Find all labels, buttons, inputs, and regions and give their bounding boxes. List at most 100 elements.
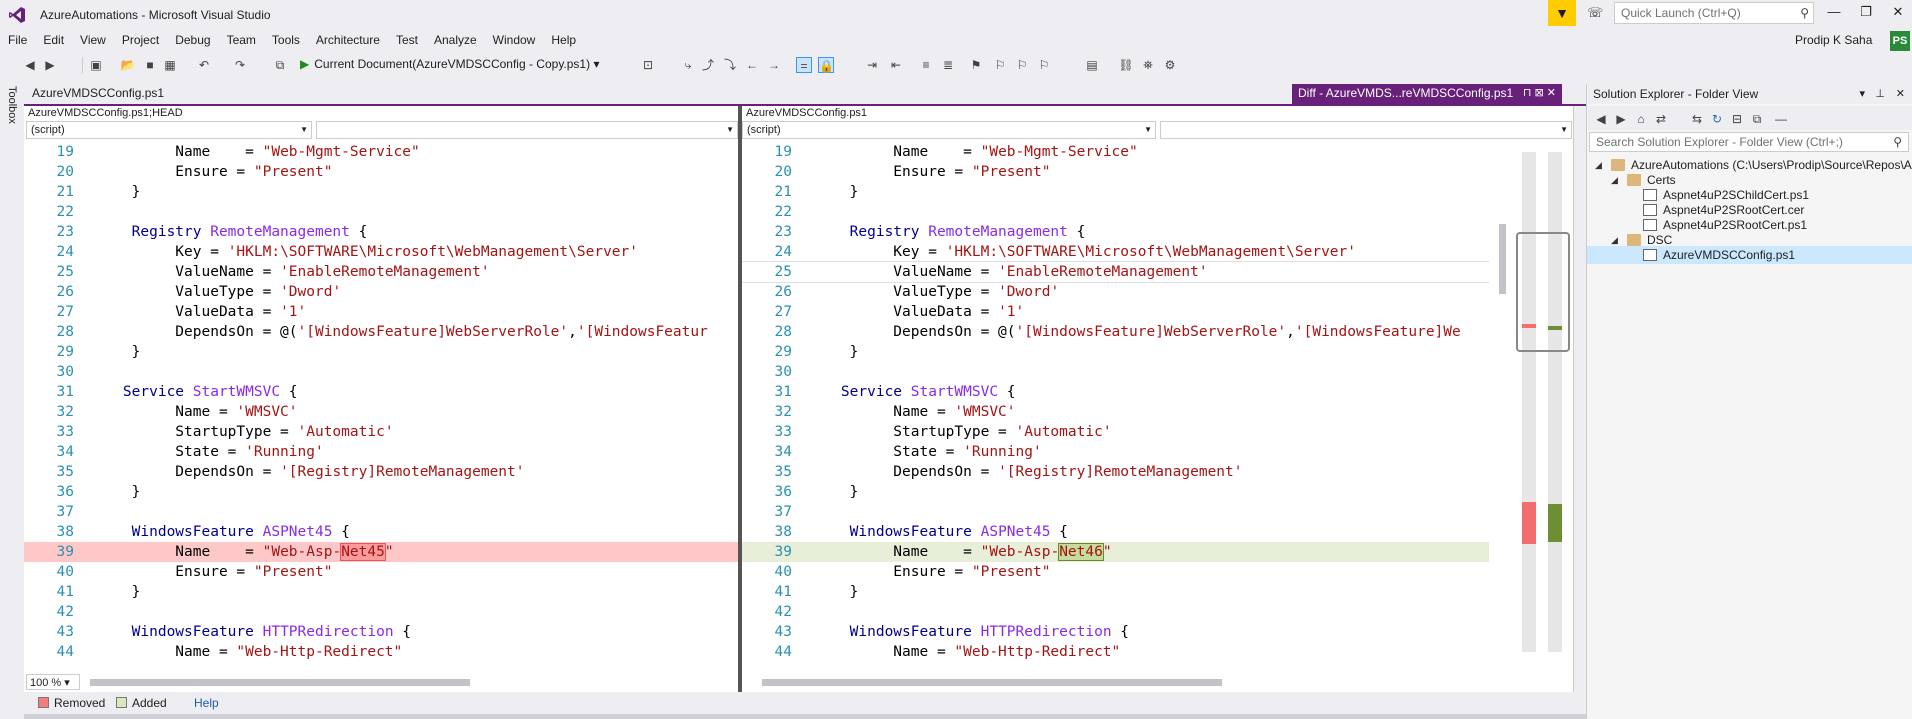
minimize-button[interactable]: — (1820, 4, 1848, 24)
code-line[interactable]: 25 ValueName = 'EnableRemoteManagement' (24, 262, 739, 282)
code-line[interactable]: 30 (742, 362, 1489, 382)
switch-views-icon[interactable]: ⇄ (1653, 111, 1669, 127)
navigate-back-icon[interactable]: ← (744, 57, 760, 73)
code-line[interactable]: 29 } (24, 342, 739, 362)
code-line[interactable]: 32 Name = 'WMSVC' (742, 402, 1489, 422)
side-by-side-icon[interactable]: = (796, 57, 812, 73)
diff-overview-margin[interactable] (1512, 142, 1572, 662)
next-bookmark-icon[interactable]: ⚐ (1014, 57, 1030, 73)
code-line[interactable]: 20 Ensure = "Present" (742, 162, 1489, 182)
code-line[interactable]: 32 Name = 'WMSVC' (24, 402, 739, 422)
toolbox-tab[interactable]: Toolbox (6, 86, 18, 124)
code-line[interactable]: 27 ValueData = '1' (24, 302, 739, 322)
step-out-icon[interactable]: ⤵ (722, 57, 738, 73)
menu-edit[interactable]: Edit (35, 30, 72, 52)
code-line[interactable]: 21 } (24, 182, 739, 202)
code-line[interactable]: 29 } (742, 342, 1489, 362)
code-line[interactable]: 38 WindowsFeature ASPNet45 { (742, 522, 1489, 542)
menu-help[interactable]: Help (543, 30, 584, 52)
code-line[interactable]: 36 } (24, 482, 739, 502)
scrollbar-thumb[interactable] (762, 679, 1222, 686)
right-scope-dropdown[interactable]: (script) ▼ (742, 121, 1156, 139)
previous-change-icon[interactable]: ≣ (940, 57, 956, 73)
find-in-files-icon[interactable]: ⧉ (272, 57, 288, 73)
tab-diff[interactable]: Diff - AzureVMDS...reVMDSCConfig.ps1 ⊓ ⊠… (1292, 84, 1562, 104)
code-line[interactable]: 40 Ensure = "Present" (24, 562, 739, 582)
menu-analyze[interactable]: Analyze (426, 30, 485, 52)
diff-right-pane[interactable]: AzureVMDSCConfig.ps1 (script) ▼ ▼ 19 Name… (742, 106, 1574, 692)
right-code-area[interactable]: 19 Name = "Web-Mgmt-Service" 20 Ensure = … (742, 142, 1489, 662)
code-line[interactable]: 39 Name = "Web-Asp-Net46" (742, 542, 1489, 562)
diagnostics-icon[interactable]: ⛯ (1140, 57, 1156, 73)
tab-azurevmdscconfig[interactable]: AzureVMDSCConfig.ps1 (26, 84, 170, 104)
feedback-icon[interactable]: ☏ (1587, 5, 1605, 21)
code-line[interactable]: 23 Registry RemoteManagement { (742, 222, 1489, 242)
quick-launch-input[interactable]: Quick Launch (Ctrl+Q) ⚲ (1614, 2, 1814, 24)
close-icon[interactable]: ✕ (1896, 87, 1905, 100)
left-horizontal-scrollbar[interactable] (84, 676, 738, 688)
code-line[interactable]: 31 Service StartWMSVC { (742, 382, 1489, 402)
back-icon[interactable]: ◀ (1593, 111, 1609, 127)
extensions-icon[interactable]: ⚙ (1162, 57, 1178, 73)
menu-view[interactable]: View (72, 30, 114, 52)
code-line[interactable]: 20 Ensure = "Present" (24, 162, 739, 182)
code-line[interactable]: 44 Name = "Web-Http-Redirect" (742, 642, 1489, 662)
bookmark-icon[interactable]: ⚑ (968, 57, 984, 73)
maximize-button[interactable]: ❐ (1852, 4, 1880, 24)
redo-icon[interactable]: ↷ (232, 57, 248, 73)
document-icon[interactable]: ▤ (1084, 57, 1100, 73)
show-all-files-icon[interactable]: ⧉ (1749, 111, 1765, 127)
code-line[interactable]: 44 Name = "Web-Http-Redirect" (24, 642, 739, 662)
save-icon[interactable]: ■ (142, 57, 158, 73)
left-scope-dropdown[interactable]: (script) ▼ (26, 121, 312, 139)
prev-bookmark-icon[interactable]: ⚐ (992, 57, 1008, 73)
code-line[interactable]: 39 Name = "Web-Asp-Net45" (24, 542, 739, 562)
tab-close-icon[interactable]: ⊓ ⊠ ✕ (1523, 86, 1556, 99)
user-name[interactable]: Prodip K Saha (1795, 33, 1872, 47)
scrollbar-thumb[interactable] (1499, 224, 1506, 294)
solution-config-icon[interactable]: ⊡ (640, 57, 656, 73)
right-horizontal-scrollbar[interactable] (756, 676, 1494, 688)
code-line[interactable]: 26 ValueType = 'Dword' (742, 282, 1489, 302)
code-line[interactable]: 34 State = 'Running' (742, 442, 1489, 462)
sync-icon[interactable]: ⇆ (1689, 111, 1705, 127)
code-line[interactable]: 23 Registry RemoteManagement { (24, 222, 739, 242)
code-line[interactable]: 21 } (742, 182, 1489, 202)
code-line[interactable]: 22 (24, 202, 739, 222)
code-line[interactable]: 37 (742, 502, 1489, 522)
start-debug-button[interactable]: ▶ Current Document(AzureVMDSCConfig - Cop… (300, 57, 599, 71)
right-member-dropdown[interactable]: ▼ (1160, 121, 1572, 139)
collapse-all-icon[interactable]: ⊟ (1729, 111, 1745, 127)
diff-left-pane[interactable]: AzureVMDSCConfig.ps1;HEAD (script) ▼ ▼ 19… (24, 106, 740, 692)
sync-lock-icon[interactable]: 🔒 (818, 57, 834, 73)
save-all-icon[interactable]: ▦ (162, 57, 178, 73)
vertical-scrollbar[interactable] (1496, 142, 1508, 662)
code-line[interactable]: 24 Key = 'HKLM:\SOFTWARE\Microsoft\WebMa… (24, 242, 739, 262)
menu-team[interactable]: Team (219, 30, 264, 52)
home-icon[interactable]: ⌂ (1633, 111, 1649, 127)
code-line[interactable]: 25 ValueName = 'EnableRemoteManagement' (742, 261, 1489, 283)
code-line[interactable]: 34 State = 'Running' (24, 442, 739, 462)
diff-options-icon[interactable]: ⇥ (864, 57, 880, 73)
menu-tools[interactable]: Tools (264, 30, 308, 52)
tree-file[interactable]: AzureVMDSCConfig.ps1 (1587, 246, 1912, 264)
code-line[interactable]: 24 Key = 'HKLM:\SOFTWARE\Microsoft\WebMa… (742, 242, 1489, 262)
zoom-level[interactable]: 100 % ▾ (26, 674, 80, 690)
code-line[interactable]: 42 (24, 602, 739, 622)
code-line[interactable]: 37 (24, 502, 739, 522)
clear-bookmarks-icon[interactable]: ⚐ (1036, 57, 1052, 73)
code-line[interactable]: 19 Name = "Web-Mgmt-Service" (742, 142, 1489, 162)
step-over-icon[interactable]: ⤴ (700, 57, 716, 73)
code-line[interactable]: 28 DependsOn = @('[WindowsFeature]WebSer… (742, 322, 1489, 342)
left-code-area[interactable]: 19 Name = "Web-Mgmt-Service" 20 Ensure = … (24, 142, 739, 662)
help-link[interactable]: Help (194, 696, 219, 710)
code-line[interactable]: 35 DependsOn = '[Registry]RemoteManageme… (742, 462, 1489, 482)
ignore-whitespace-icon[interactable]: ⇤ (888, 57, 904, 73)
menu-window[interactable]: Window (485, 30, 544, 52)
attach-icon[interactable]: ⛓ (1118, 57, 1134, 73)
code-line[interactable]: 38 WindowsFeature ASPNet45 { (24, 522, 739, 542)
code-line[interactable]: 36 } (742, 482, 1489, 502)
code-line[interactable]: 30 (24, 362, 739, 382)
code-line[interactable]: 42 (742, 602, 1489, 622)
left-member-dropdown[interactable]: ▼ (316, 121, 738, 139)
